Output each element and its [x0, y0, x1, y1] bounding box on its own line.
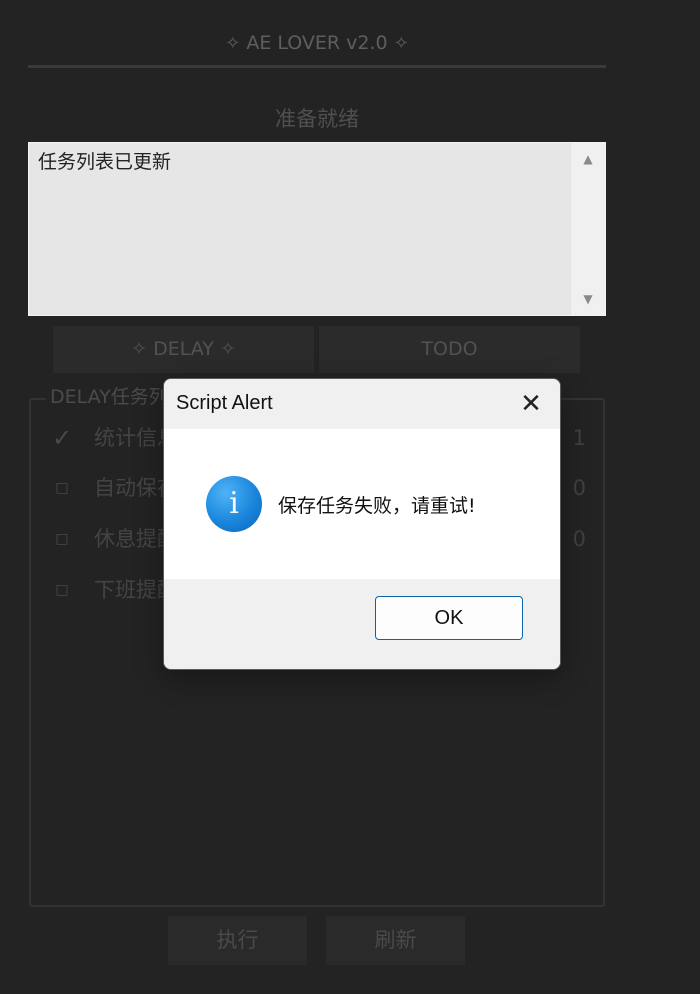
run-button[interactable]: 执行 [168, 916, 307, 965]
status-text: 准备就绪 [275, 107, 359, 131]
task-value: 0 [572, 527, 586, 551]
checkbox-checked-icon[interactable]: ✓ [50, 423, 74, 453]
tab-delay-label: DELAY [153, 338, 214, 360]
dialog-message: 保存任务失败，请重试! [278, 495, 476, 517]
sparkle-icon: ✧ [131, 338, 148, 360]
sparkle-icon: ✧ [393, 33, 409, 54]
tab-delay[interactable]: ✧ DELAY ✧ [53, 326, 314, 373]
log-text: 任务列表已更新 [38, 151, 172, 173]
sparkle-icon: ✧ [219, 338, 236, 360]
title-divider [28, 65, 606, 68]
task-value: 0 [572, 476, 586, 500]
log-scrollbar[interactable]: ▲ ▼ [570, 143, 605, 315]
log-textarea[interactable]: 任务列表已更新 ▲ ▼ [28, 142, 606, 316]
close-icon[interactable]: ✕ [508, 385, 554, 423]
sparkle-icon: ✧ [225, 33, 241, 54]
triangle-up-icon[interactable]: ▲ [571, 147, 605, 171]
refresh-button[interactable]: 刷新 [326, 916, 465, 965]
dialog-title: Script Alert [176, 392, 273, 414]
checkbox-unchecked-icon[interactable]: □ [50, 524, 74, 554]
triangle-down-icon[interactable]: ▼ [571, 287, 605, 311]
app-title-text: AE LOVER v2.0 [246, 32, 388, 54]
app-title: ✧ AE LOVER v2.0 ✧ [28, 26, 606, 60]
info-icon: i [206, 476, 262, 532]
tab-todo[interactable]: TODO [319, 326, 580, 373]
checkbox-unchecked-icon[interactable]: □ [50, 473, 74, 503]
dialog-footer: OK [164, 579, 560, 669]
checkbox-unchecked-icon[interactable]: □ [50, 575, 74, 605]
dialog-titlebar: Script Alert ✕ [164, 379, 560, 429]
task-value: 1 [572, 426, 586, 450]
dialog-body: i 保存任务失败，请重试! [164, 429, 560, 579]
ok-button[interactable]: OK [375, 596, 523, 640]
alert-dialog: Script Alert ✕ i 保存任务失败，请重试! OK [163, 378, 561, 670]
